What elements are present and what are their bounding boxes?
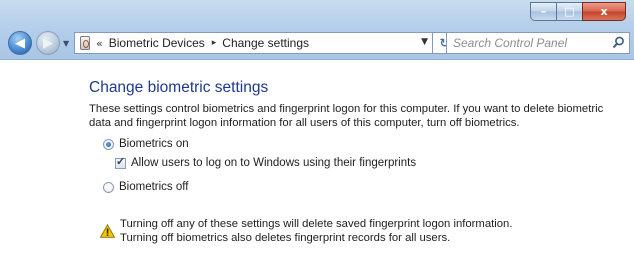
control-panel-window: – □ x ◀ ▶ ▼ « Biometric Devices ▸ Change… [0,0,634,271]
biometrics-on-option[interactable]: Biometrics on [103,138,189,150]
search-input[interactable] [453,34,613,52]
breadcrumb-separator-icon[interactable]: ▸ [212,38,217,48]
allow-fingerprint-logon-option[interactable]: ✓ Allow users to log on to Windows using… [115,155,416,169]
address-bar[interactable]: « Biometric Devices ▸ Change settings ▼ [74,32,433,54]
warning-icon [100,224,115,238]
page-description: These settings control biometrics and fi… [89,103,604,129]
navigation-bar: ◀ ▶ ▼ « Biometric Devices ▸ Change setti… [8,28,630,58]
warning-line-2: Turning off biometrics also deletes fing… [120,232,451,244]
close-button[interactable]: x [582,2,626,21]
minimize-icon: – [540,5,547,18]
biometrics-off-label[interactable]: Biometrics off [119,181,188,193]
checkmark-icon: ✓ [116,155,126,168]
address-dropdown-icon[interactable]: ▼ [421,37,428,47]
warning-message: Turning off any of these settings will d… [120,217,512,245]
warning-line-1: Turning off any of these settings will d… [120,218,513,230]
caption-buttons: – □ x [530,2,626,21]
allow-fingerprint-logon-label[interactable]: Allow users to log on to Windows using t… [131,157,416,169]
breadcrumb-biometric-devices[interactable]: Biometric Devices [109,36,205,50]
address-overflow-chevrons[interactable]: « [96,37,103,50]
window-frame: – □ x ◀ ▶ ▼ « Biometric Devices ▸ Change… [0,0,634,60]
forward-arrow-icon: ▶ [43,35,53,51]
back-arrow-icon: ◀ [15,35,25,51]
biometrics-off-option[interactable]: Biometrics off [103,181,188,193]
allow-fingerprint-logon-checkbox[interactable]: ✓ [115,155,126,169]
back-button[interactable]: ◀ [8,31,32,55]
maximize-icon: □ [564,5,575,18]
biometrics-off-radio[interactable] [103,181,114,193]
search-box[interactable] [446,32,630,54]
recent-pages-dropdown-icon[interactable]: ▼ [63,39,69,48]
search-icon[interactable] [612,36,625,49]
minimize-button[interactable]: – [530,2,557,21]
maximize-button[interactable]: □ [556,2,583,21]
forward-button[interactable]: ▶ [36,31,60,55]
biometrics-on-label[interactable]: Biometrics on [119,138,189,150]
close-icon: x [600,5,608,18]
page-title: Change biometric settings [89,79,269,96]
breadcrumb-change-settings[interactable]: Change settings [222,36,309,50]
biometrics-on-radio[interactable] [103,138,114,150]
control-panel-icon [80,36,90,50]
main-content: Change biometric settings These settings… [0,61,634,271]
